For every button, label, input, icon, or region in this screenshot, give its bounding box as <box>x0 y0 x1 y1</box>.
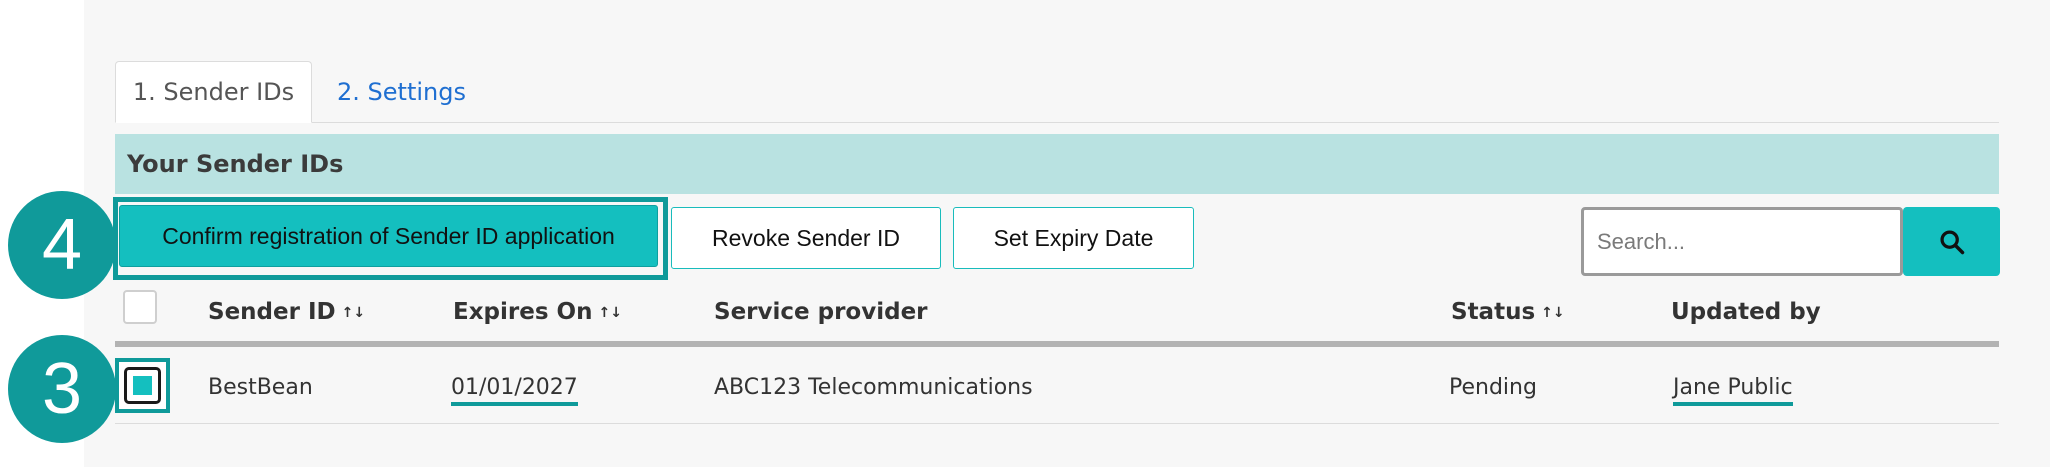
set-expiry-date-button[interactable]: Set Expiry Date <box>953 207 1194 269</box>
table-header: Sender ID ↑↓ Expires On ↑↓ Service provide… <box>115 281 1999 347</box>
tab-settings[interactable]: 2. Settings <box>337 61 466 123</box>
column-header-sender-id[interactable]: Sender ID ↑↓ <box>208 299 365 325</box>
service-provider-cell: ABC123 Telecommunications <box>714 375 1033 400</box>
tab-bar: 1. Sender IDs 2. Settings <box>115 61 1999 123</box>
search-icon <box>1939 229 1964 254</box>
row-checkbox[interactable] <box>124 367 161 404</box>
search-button[interactable] <box>1903 207 2000 276</box>
column-label: Sender ID <box>208 299 336 325</box>
column-header-service-provider: Service provider <box>714 299 928 325</box>
sort-icon[interactable]: ↑↓ <box>342 305 365 321</box>
sort-icon[interactable]: ↑↓ <box>1541 305 1564 321</box>
column-header-updated-by: Updated by <box>1671 299 1821 325</box>
column-label: Expires On <box>453 299 593 325</box>
column-header-expires-on[interactable]: Expires On ↑↓ <box>453 299 622 325</box>
revoke-sender-id-button[interactable]: Revoke Sender ID <box>671 207 941 269</box>
column-label: Service provider <box>714 299 928 325</box>
tab-sender-ids[interactable]: 1. Sender IDs <box>115 61 312 123</box>
row-checkbox-highlight <box>115 358 170 413</box>
confirm-registration-button[interactable]: Confirm registration of Sender ID applic… <box>119 205 658 267</box>
column-label: Status <box>1451 299 1536 325</box>
column-header-status[interactable]: Status ↑↓ <box>1451 299 1565 325</box>
status-cell: Pending <box>1449 375 1537 400</box>
checkbox-checked-indicator <box>133 376 152 395</box>
step-3-badge: 3 <box>8 335 116 443</box>
expires-on-link[interactable]: 01/01/2027 <box>451 375 578 406</box>
table-row: BestBean 01/01/2027 ABC123 Telecommunica… <box>115 353 1999 424</box>
select-all-checkbox[interactable] <box>123 290 157 324</box>
step-4-badge: 4 <box>8 191 116 299</box>
section-title: Your Sender IDs <box>115 134 1999 194</box>
sort-icon[interactable]: ↑↓ <box>598 305 621 321</box>
updated-by-link[interactable]: Jane Public <box>1673 375 1793 406</box>
sender-id-cell: BestBean <box>208 375 313 400</box>
search-input[interactable] <box>1581 207 1903 276</box>
column-label: Updated by <box>1671 299 1821 325</box>
